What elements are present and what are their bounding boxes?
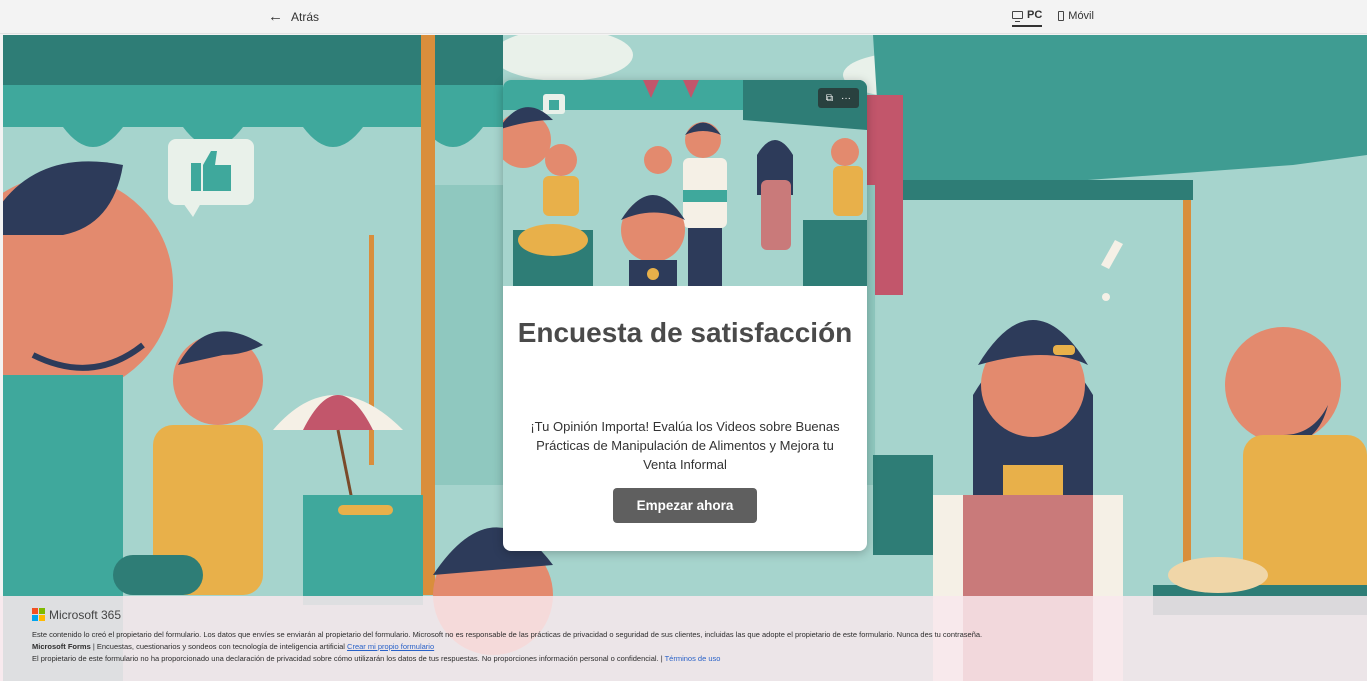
footer-disclaimer: Este contenido lo creó el propietario de… [32,630,983,639]
footer-privacy-line: El propietario de este formulario no ha … [32,653,1335,665]
microsoft-365-logo: Microsoft 365 [32,608,1335,621]
device-toggle: PC Móvil [1012,9,1094,27]
device-pc-label: PC [1027,9,1043,21]
arrow-left-icon: ← [268,8,283,25]
start-button[interactable]: Empezar ahora [613,488,757,523]
privacy-text: El propietario de este formulario no ha … [32,654,665,663]
device-mobile-tab[interactable]: Móvil [1058,9,1094,27]
more-options-button[interactable]: ··· [841,93,851,104]
footer-forms-line: Microsoft Forms | Encuestas, cuestionari… [32,641,1335,653]
brand-label: Microsoft 365 [49,607,122,622]
microsoft-logo-icon [32,608,45,621]
footer: Microsoft 365 Este contenido lo creó el … [0,596,1367,681]
forms-tagline: | Encuestas, cuestionarios y sondeos con… [90,642,348,651]
survey-cover-image [503,80,867,286]
terms-link[interactable]: Términos de uso [665,654,721,663]
survey-card: ⧉ ··· Encuesta de satisfacción ¡Tu Opini… [503,80,867,551]
top-bar: ← Atrás PC Móvil [0,0,1367,34]
back-label: Atrás [291,10,320,24]
phone-icon [1058,11,1065,21]
device-pc-tab[interactable]: PC [1012,9,1043,27]
monitor-icon [1012,11,1023,22]
survey-description: ¡Tu Opinión Importa! Evalúa los Videos s… [530,419,840,472]
survey-title: Encuesta de satisfacción [517,317,853,348]
card-toolbar: ⧉ ··· [817,88,859,108]
device-mobile-label: Móvil [1068,10,1094,22]
back-button[interactable]: ← Atrás [268,8,320,25]
forms-label: Microsoft Forms [32,642,91,651]
create-form-link[interactable]: Crear mi propio formulario [347,642,434,651]
immersive-reader-icon[interactable]: ⧉ [826,93,833,104]
